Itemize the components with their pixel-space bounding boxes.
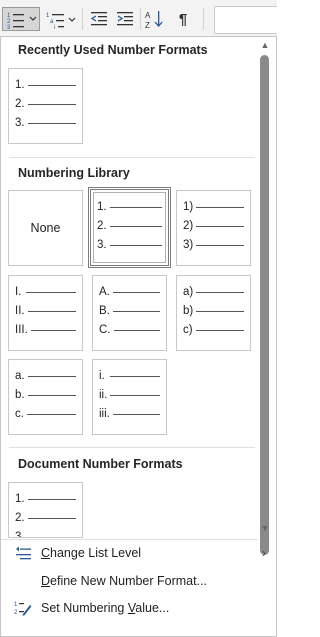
svg-text:1: 1 [14, 602, 18, 608]
multilevel-list-icon: 1 a i [46, 13, 76, 30]
pilcrow-icon: ¶ [178, 10, 188, 28]
svg-text:3: 3 [7, 25, 11, 30]
section-divider [9, 447, 255, 448]
none-format-tile[interactable]: None [8, 190, 83, 266]
tile-label: 1. [97, 201, 107, 213]
tile-label: 2. [97, 220, 107, 232]
tile-label: 3. [97, 239, 107, 251]
change-list-level-item[interactable]: Change List Level › [1, 540, 276, 566]
tile-label: B. [99, 305, 110, 317]
tile-label: 1) [183, 201, 194, 213]
letter-lower-format-tile[interactable]: a. b. c. [8, 359, 83, 435]
numbering-button[interactable]: 1 2 3 [2, 7, 40, 31]
tile-label: 3) [183, 239, 194, 251]
ribbon-toolbar: 1 2 3 1 a i A Z ¶ [0, 0, 277, 36]
toolbar-separator [203, 8, 204, 30]
svg-text:A: A [145, 11, 151, 20]
set-numbering-value-label: Set Numbering Value... [41, 601, 170, 615]
tile-label: b) [183, 305, 194, 317]
tile-label: 3. [15, 531, 25, 538]
tile-label: II. [15, 305, 25, 317]
decrease-indent-button[interactable] [88, 7, 110, 31]
increase-indent-button[interactable] [114, 7, 136, 31]
scroll-down-arrow-icon[interactable]: ▼ [260, 523, 270, 533]
scrollbar-thumb[interactable] [260, 55, 269, 555]
tile-label: a. [15, 370, 25, 382]
change-list-level-label: Change List Level [41, 546, 142, 560]
section-divider [9, 157, 255, 158]
submenu-chevron-icon: › [262, 546, 266, 560]
tile-label: 1. [15, 493, 25, 505]
increase-indent-icon [117, 12, 133, 26]
tile-label: 1. [15, 79, 25, 91]
scroll-up-arrow-icon[interactable]: ▲ [260, 40, 270, 50]
multilevel-list-button[interactable]: 1 a i [44, 7, 78, 31]
tile-label: 2. [15, 98, 25, 110]
numbering-library-title: Numbering Library [18, 166, 130, 180]
change-level-icon [16, 546, 31, 560]
none-label: None [30, 221, 61, 235]
show-formatting-button[interactable]: ¶ [172, 7, 194, 31]
sort-button[interactable]: A Z [143, 7, 167, 31]
document-format-tile[interactable]: 1. 2. 3. [8, 482, 83, 538]
scrollbar[interactable]: ▲ ▼ [258, 37, 272, 575]
letter-lower-paren-format-tile[interactable]: a) b) c) [176, 275, 251, 351]
tile-label: c) [183, 324, 193, 336]
sort-az-icon: A Z [145, 11, 163, 29]
tile-label: ii. [99, 389, 108, 401]
svg-text:2: 2 [14, 610, 18, 616]
tile-label: c. [15, 408, 24, 420]
tile-label: iii. [99, 408, 110, 420]
tile-label: I. [15, 286, 22, 298]
tile-label: 2. [15, 512, 25, 524]
decrease-indent-icon [90, 12, 107, 26]
define-number-format-label: Define New Number Format... [41, 574, 208, 588]
tile-label: A. [99, 286, 110, 298]
tile-label: C. [99, 324, 111, 336]
document-formats-title: Document Number Formats [18, 457, 183, 471]
svg-text:Z: Z [145, 21, 150, 29]
set-numbering-value-item[interactable]: 1 2 Set Numbering Value... [1, 595, 276, 621]
toolbar-separator [140, 8, 141, 30]
tile-label: III. [15, 324, 28, 336]
svg-text:i: i [54, 25, 55, 30]
numbering-dropdown-panel: ▲ ▼ Recently Used Number Formats 1. 2. 3… [0, 36, 277, 637]
tile-label: a) [183, 286, 194, 298]
letter-upper-format-tile[interactable]: A. B. C. [92, 275, 167, 351]
toolbar-separator [82, 8, 83, 30]
tile-label: 2) [183, 220, 194, 232]
recent-format-tile[interactable]: 1. 2. 3. [8, 68, 83, 144]
style-gallery-box[interactable] [214, 6, 277, 34]
define-number-format-item[interactable]: Define New Number Format... [1, 568, 276, 594]
recent-formats-title: Recently Used Number Formats [18, 43, 208, 57]
tile-label: i. [99, 370, 105, 382]
number-paren-format-tile[interactable]: 1) 2) 3) [176, 190, 251, 266]
numbering-icon: 1 2 3 [7, 13, 37, 30]
roman-lower-format-tile[interactable]: i. ii. iii. [92, 359, 167, 435]
roman-upper-format-tile[interactable]: I. II. III. [8, 275, 83, 351]
tile-label: b. [15, 389, 25, 401]
number-period-format-tile[interactable]: 1. 2. 3. [88, 187, 171, 268]
tile-label: 3. [15, 117, 25, 129]
set-numbering-value-icon: 1 2 [14, 602, 32, 616]
